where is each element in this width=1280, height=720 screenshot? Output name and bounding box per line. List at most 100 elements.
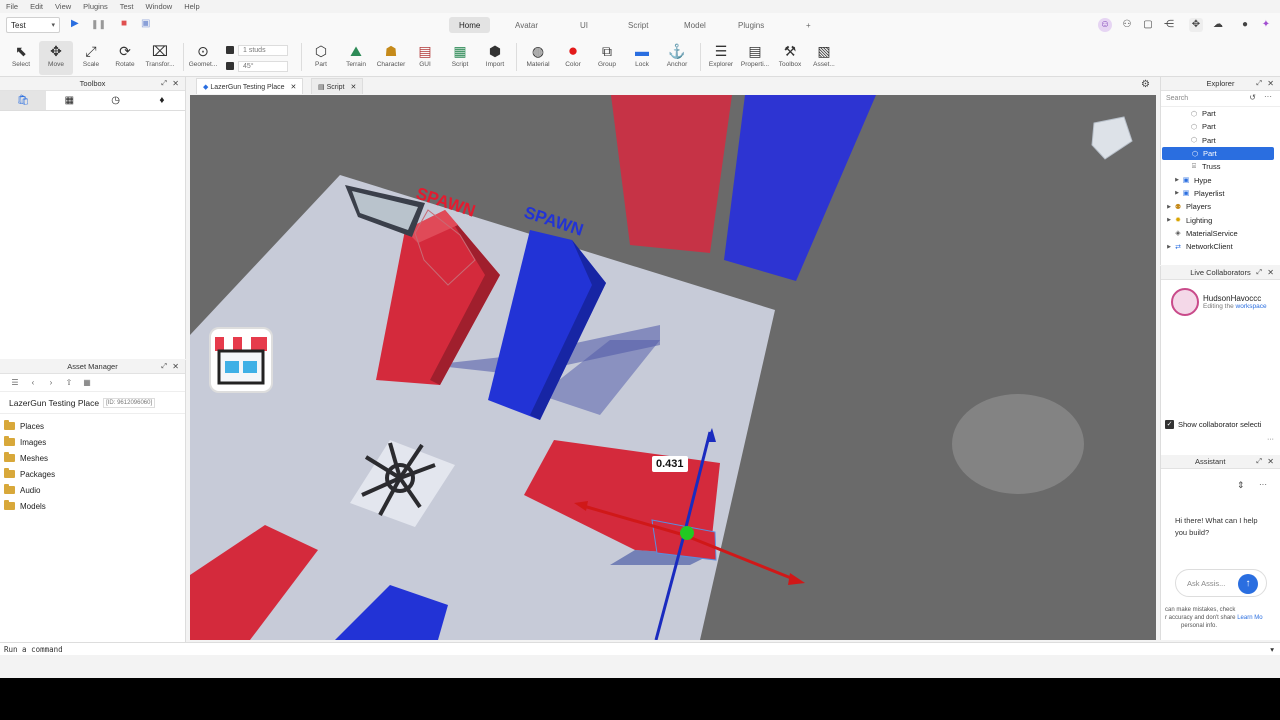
move-snap-input[interactable]: 1 studs bbox=[238, 44, 288, 56]
cloud-icon[interactable]: ☁ bbox=[1211, 18, 1225, 32]
bell-icon[interactable]: ● bbox=[1238, 18, 1252, 32]
folder-meshes[interactable]: Meshes bbox=[0, 450, 185, 466]
add-person-icon[interactable]: ⚇ bbox=[1120, 18, 1134, 32]
grid-view-icon[interactable]: ▦ bbox=[78, 378, 96, 387]
test-mode-select[interactable]: Test ▾ bbox=[6, 17, 60, 33]
rotate-snap-input[interactable]: 45° bbox=[238, 60, 288, 72]
toolbox-tool-button[interactable]: ⚒ Toolbox bbox=[773, 41, 807, 75]
learn-more-link[interactable]: Learn Mo bbox=[1237, 615, 1262, 621]
terrain-tool-button[interactable]: ⛰ Terrain bbox=[339, 41, 373, 75]
upload-icon[interactable]: ⇧ bbox=[60, 378, 78, 387]
asset-manager-tool-button[interactable]: ▧ Asset... bbox=[807, 41, 841, 75]
menu-view[interactable]: View bbox=[55, 2, 71, 11]
menu-file[interactable]: File bbox=[6, 2, 18, 11]
avatar-icon[interactable]: ☺ bbox=[1098, 18, 1112, 32]
close-icon[interactable]: ✕ bbox=[350, 84, 356, 91]
popout-icon[interactable]: ⤢ bbox=[1256, 77, 1262, 91]
explorer-item[interactable]: ▶ ⇄ NetworkClient bbox=[1161, 240, 1280, 253]
popout-icon[interactable]: ⤢ bbox=[161, 77, 167, 91]
material-tool-button[interactable]: ◍ Material bbox=[521, 41, 555, 75]
menu-window[interactable]: Window bbox=[146, 2, 173, 11]
folder-audio[interactable]: Audio bbox=[0, 482, 185, 498]
folder-places[interactable]: Places bbox=[0, 418, 185, 434]
rotate-snap-checkbox[interactable] bbox=[226, 62, 234, 70]
checkbox[interactable]: ✓ bbox=[1165, 420, 1174, 429]
workspace-link[interactable]: workspace bbox=[1236, 303, 1267, 310]
toolbox-tab-marketplace[interactable]: 🛍 bbox=[0, 91, 47, 110]
back-icon[interactable]: ‹ bbox=[24, 378, 42, 387]
show-collaborator-selection-toggle[interactable]: ✓ Show collaborator selecti bbox=[1165, 420, 1261, 429]
tab-home[interactable]: Home bbox=[449, 17, 491, 33]
explorer-search[interactable]: Search ↺ ··· bbox=[1161, 91, 1280, 107]
menu-test[interactable]: Test bbox=[120, 2, 134, 11]
lock-tool-button[interactable]: ▬ Lock bbox=[625, 41, 659, 75]
collapse-icon[interactable]: ⇕ bbox=[1237, 480, 1245, 491]
tab-plugins[interactable]: Plugins bbox=[728, 17, 774, 33]
explorer-item[interactable]: ⬡ Part bbox=[1161, 134, 1280, 147]
more-icon[interactable]: ··· bbox=[1267, 436, 1274, 443]
close-icon[interactable]: ✕ bbox=[1267, 455, 1274, 469]
expand-arrow-icon[interactable]: ▶ bbox=[1173, 190, 1181, 196]
scale-tool-button[interactable]: ⤢ Scale bbox=[74, 41, 108, 75]
expand-arrow-icon[interactable]: ▶ bbox=[1165, 217, 1173, 223]
geometry-tool-button[interactable]: ⊙ Geomet... bbox=[186, 41, 220, 75]
close-icon[interactable]: ✕ bbox=[172, 360, 179, 374]
popout-icon[interactable]: ⤢ bbox=[1256, 455, 1262, 469]
properties-tool-button[interactable]: ▤ Properti... bbox=[738, 41, 772, 75]
popout-icon[interactable]: ⤢ bbox=[161, 360, 167, 374]
expand-arrow-icon[interactable]: ▶ bbox=[1165, 204, 1173, 210]
script-tool-button[interactable]: ▦ Script bbox=[443, 41, 477, 75]
part-tool-button[interactable]: ⬡ Part bbox=[304, 41, 338, 75]
group-tool-button[interactable]: ⧉ Group bbox=[590, 41, 624, 75]
transform-tool-button[interactable]: ⌧ Transfor... bbox=[143, 41, 177, 75]
store-icon[interactable] bbox=[209, 327, 273, 393]
forward-icon[interactable]: › bbox=[42, 378, 60, 387]
chevron-down-icon[interactable]: ▾ bbox=[1270, 645, 1274, 654]
tab-script[interactable]: Script bbox=[618, 17, 658, 33]
explorer-item[interactable]: ▶ ⚉ Players bbox=[1161, 200, 1280, 213]
folder-models[interactable]: Models bbox=[0, 498, 185, 514]
command-input[interactable]: Run a command bbox=[4, 645, 63, 654]
history-icon[interactable]: ↺ bbox=[1249, 93, 1256, 102]
explorer-item[interactable]: ⬡ Part bbox=[1161, 107, 1280, 120]
move-arrow-x[interactable] bbox=[788, 573, 805, 585]
menu-plugins[interactable]: Plugins bbox=[83, 2, 108, 11]
3d-viewport[interactable]: SPAWN SPAWN 0.431 bbox=[190, 95, 1156, 640]
tab-ui[interactable]: UI bbox=[570, 17, 598, 33]
tab-model[interactable]: Model bbox=[674, 17, 716, 33]
anchor-tool-button[interactable]: ⚓ Anchor bbox=[660, 41, 694, 75]
team-icon[interactable]: ✥ bbox=[1189, 18, 1203, 32]
more-icon[interactable]: ··· bbox=[1264, 92, 1272, 101]
explorer-item[interactable]: ◈ MaterialService bbox=[1161, 227, 1280, 240]
tab-avatar[interactable]: Avatar bbox=[505, 17, 548, 33]
close-icon[interactable]: ✕ bbox=[1267, 266, 1274, 280]
more-icon[interactable]: ··· bbox=[1259, 480, 1267, 489]
command-bar[interactable]: Run a command ▾ bbox=[0, 642, 1280, 655]
color-tool-button[interactable]: ● Color bbox=[556, 41, 590, 75]
explorer-item[interactable]: ▶ ✹ Lighting bbox=[1161, 213, 1280, 226]
doc-tab-place[interactable]: ◆ LazerGun Testing Place ✕ bbox=[196, 78, 304, 94]
explorer-item[interactable]: ▶ ▣ Playerlist bbox=[1161, 187, 1280, 200]
toolbox-tab-inventory[interactable]: ▦ bbox=[46, 91, 92, 110]
expand-arrow-icon[interactable]: ▶ bbox=[1165, 244, 1173, 250]
gear-icon[interactable]: ⚙ bbox=[1141, 79, 1150, 90]
explorer-tool-button[interactable]: ☰ Explorer bbox=[704, 41, 738, 75]
play-icon[interactable]: ▶ bbox=[71, 18, 79, 30]
share-icon[interactable]: ⋲ bbox=[1162, 18, 1176, 32]
send-button[interactable]: ↑ bbox=[1238, 574, 1258, 594]
doc-tab-script[interactable]: ▤ Script ✕ bbox=[311, 78, 364, 94]
folder-images[interactable]: Images bbox=[0, 434, 185, 450]
list-icon[interactable]: ☰ bbox=[6, 378, 24, 387]
place-row[interactable]: LazerGun Testing Place [ID: 9612096060] bbox=[0, 392, 185, 414]
toolbox-tab-recent[interactable]: ◷ bbox=[93, 91, 139, 110]
collaborator-row[interactable]: HudsonHavoccc Editing the workspace bbox=[1161, 280, 1280, 316]
toolbox-tab-creations[interactable]: ♦ bbox=[139, 91, 185, 110]
distant-blue-pillar[interactable] bbox=[724, 95, 876, 281]
folder-packages[interactable]: Packages bbox=[0, 466, 185, 482]
character-tool-button[interactable]: ☗ Character bbox=[374, 41, 408, 75]
explorer-item[interactable]: ▶ ▣ Hype bbox=[1161, 173, 1280, 186]
close-icon[interactable]: ✕ bbox=[291, 84, 297, 91]
import-tool-button[interactable]: ⬢ Import bbox=[478, 41, 512, 75]
chat-icon[interactable]: ▢ bbox=[1141, 18, 1155, 32]
move-tool-button[interactable]: ✥ Move bbox=[39, 41, 73, 75]
